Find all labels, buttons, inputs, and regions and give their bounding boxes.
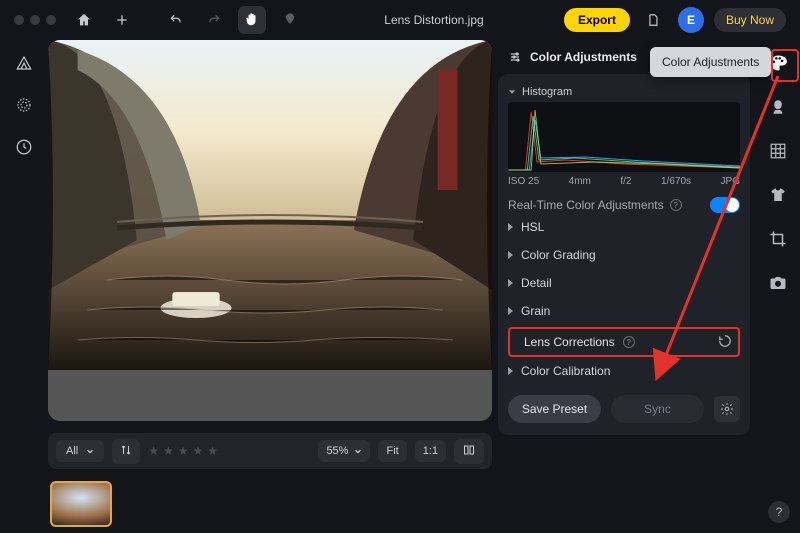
traffic-close[interactable]: [14, 15, 24, 25]
meta-aperture: f/2: [620, 176, 631, 187]
section-grain[interactable]: Grain: [508, 297, 740, 325]
section-detail[interactable]: Detail: [508, 269, 740, 297]
star-icon[interactable]: ★: [148, 444, 159, 458]
rating-stars[interactable]: ★ ★ ★ ★ ★: [148, 444, 218, 458]
document-title: Lens Distortion.jpg: [314, 13, 554, 27]
hand-tool-icon[interactable]: [238, 6, 266, 34]
save-preset-button[interactable]: Save Preset: [508, 395, 601, 423]
filter-select[interactable]: All: [56, 440, 104, 462]
section-label: Lens Corrections: [524, 335, 615, 349]
section-label: HSL: [521, 220, 544, 234]
sliders-icon: [508, 51, 522, 63]
avatar[interactable]: E: [678, 7, 704, 33]
section-color-calibration[interactable]: Color Calibration: [508, 357, 740, 385]
meta-iso: ISO 25: [508, 176, 539, 187]
meta-format: JPG: [721, 176, 740, 187]
section-label: Grain: [521, 304, 550, 318]
compare-button[interactable]: [454, 439, 484, 464]
history-tool-icon[interactable]: [9, 132, 39, 162]
portrait-icon[interactable]: [763, 92, 793, 122]
reset-icon[interactable]: [718, 334, 732, 351]
buy-now-button[interactable]: Buy Now: [714, 8, 786, 32]
histogram-label: Histogram: [522, 86, 572, 98]
meta-shutter: 1/670s: [661, 176, 691, 187]
section-hsl[interactable]: HSL: [508, 213, 740, 241]
meta-focal: 4mm: [569, 176, 591, 187]
left-tool-rail: [0, 40, 48, 533]
section-label: Color Grading: [521, 248, 596, 262]
crop-icon[interactable]: [763, 224, 793, 254]
image-canvas[interactable]: [48, 40, 492, 421]
thumbnail[interactable]: [50, 481, 112, 527]
ring-tool-icon[interactable]: [9, 90, 39, 120]
canvas-bottom-bar: All ★ ★ ★ ★ ★ 55% Fit: [48, 433, 492, 469]
chevron-right-icon: [508, 251, 513, 259]
share-icon[interactable]: [640, 6, 668, 34]
camera-icon[interactable]: [763, 268, 793, 298]
histogram-meta: ISO 25 4mm f/2 1/670s JPG: [508, 172, 740, 187]
chevron-right-icon: [508, 367, 513, 375]
sort-order-button[interactable]: [112, 439, 140, 464]
chevron-right-icon: [508, 279, 513, 287]
star-icon[interactable]: ★: [178, 444, 189, 458]
chevron-down-icon: [508, 88, 516, 96]
gear-icon[interactable]: [714, 396, 740, 422]
histogram: [508, 102, 740, 172]
zoom-select[interactable]: 55%: [318, 440, 370, 462]
star-icon[interactable]: ★: [193, 444, 204, 458]
filter-select-label: All: [66, 445, 78, 457]
info-icon[interactable]: ?: [623, 336, 635, 348]
fit-button[interactable]: Fit: [378, 440, 406, 462]
realtime-toggle[interactable]: [710, 197, 740, 213]
triangle-tool-icon[interactable]: [9, 48, 39, 78]
one-to-one-button[interactable]: 1:1: [415, 440, 446, 462]
home-icon[interactable]: [70, 6, 98, 34]
undo-icon[interactable]: [162, 6, 190, 34]
help-button[interactable]: ?: [768, 501, 790, 523]
tshirt-icon[interactable]: [763, 180, 793, 210]
filmstrip: [48, 481, 492, 533]
redo-icon[interactable]: [200, 6, 228, 34]
section-label: Color Calibration: [521, 364, 610, 378]
traffic-max[interactable]: [46, 15, 56, 25]
traffic-min[interactable]: [30, 15, 40, 25]
star-icon[interactable]: ★: [163, 444, 174, 458]
section-label: Detail: [521, 276, 552, 290]
clone-tool-icon[interactable]: [276, 6, 304, 34]
right-tool-rail: [756, 40, 800, 533]
window-controls[interactable]: [14, 15, 56, 25]
chevron-right-icon: [508, 307, 513, 315]
export-button[interactable]: Export: [564, 8, 630, 32]
panel-title: Color Adjustments: [530, 50, 637, 64]
star-icon[interactable]: ★: [207, 444, 218, 458]
adjustments-panel: Histogram ISO 25 4mm f/2 1/670s JPG: [498, 74, 750, 435]
sync-button[interactable]: Sync: [611, 395, 704, 423]
info-icon[interactable]: ?: [670, 199, 682, 211]
tooltip-color-adjustments: Color Adjustments: [650, 47, 771, 77]
histogram-header[interactable]: Histogram: [508, 86, 740, 98]
add-icon[interactable]: [108, 6, 136, 34]
section-color-grading[interactable]: Color Grading: [508, 241, 740, 269]
chevron-right-icon: [508, 223, 513, 231]
zoom-value: 55%: [326, 445, 348, 457]
realtime-label: Real-Time Color Adjustments: [508, 198, 664, 212]
section-lens-corrections[interactable]: Lens Corrections ?: [508, 327, 740, 357]
grid-icon[interactable]: [763, 136, 793, 166]
